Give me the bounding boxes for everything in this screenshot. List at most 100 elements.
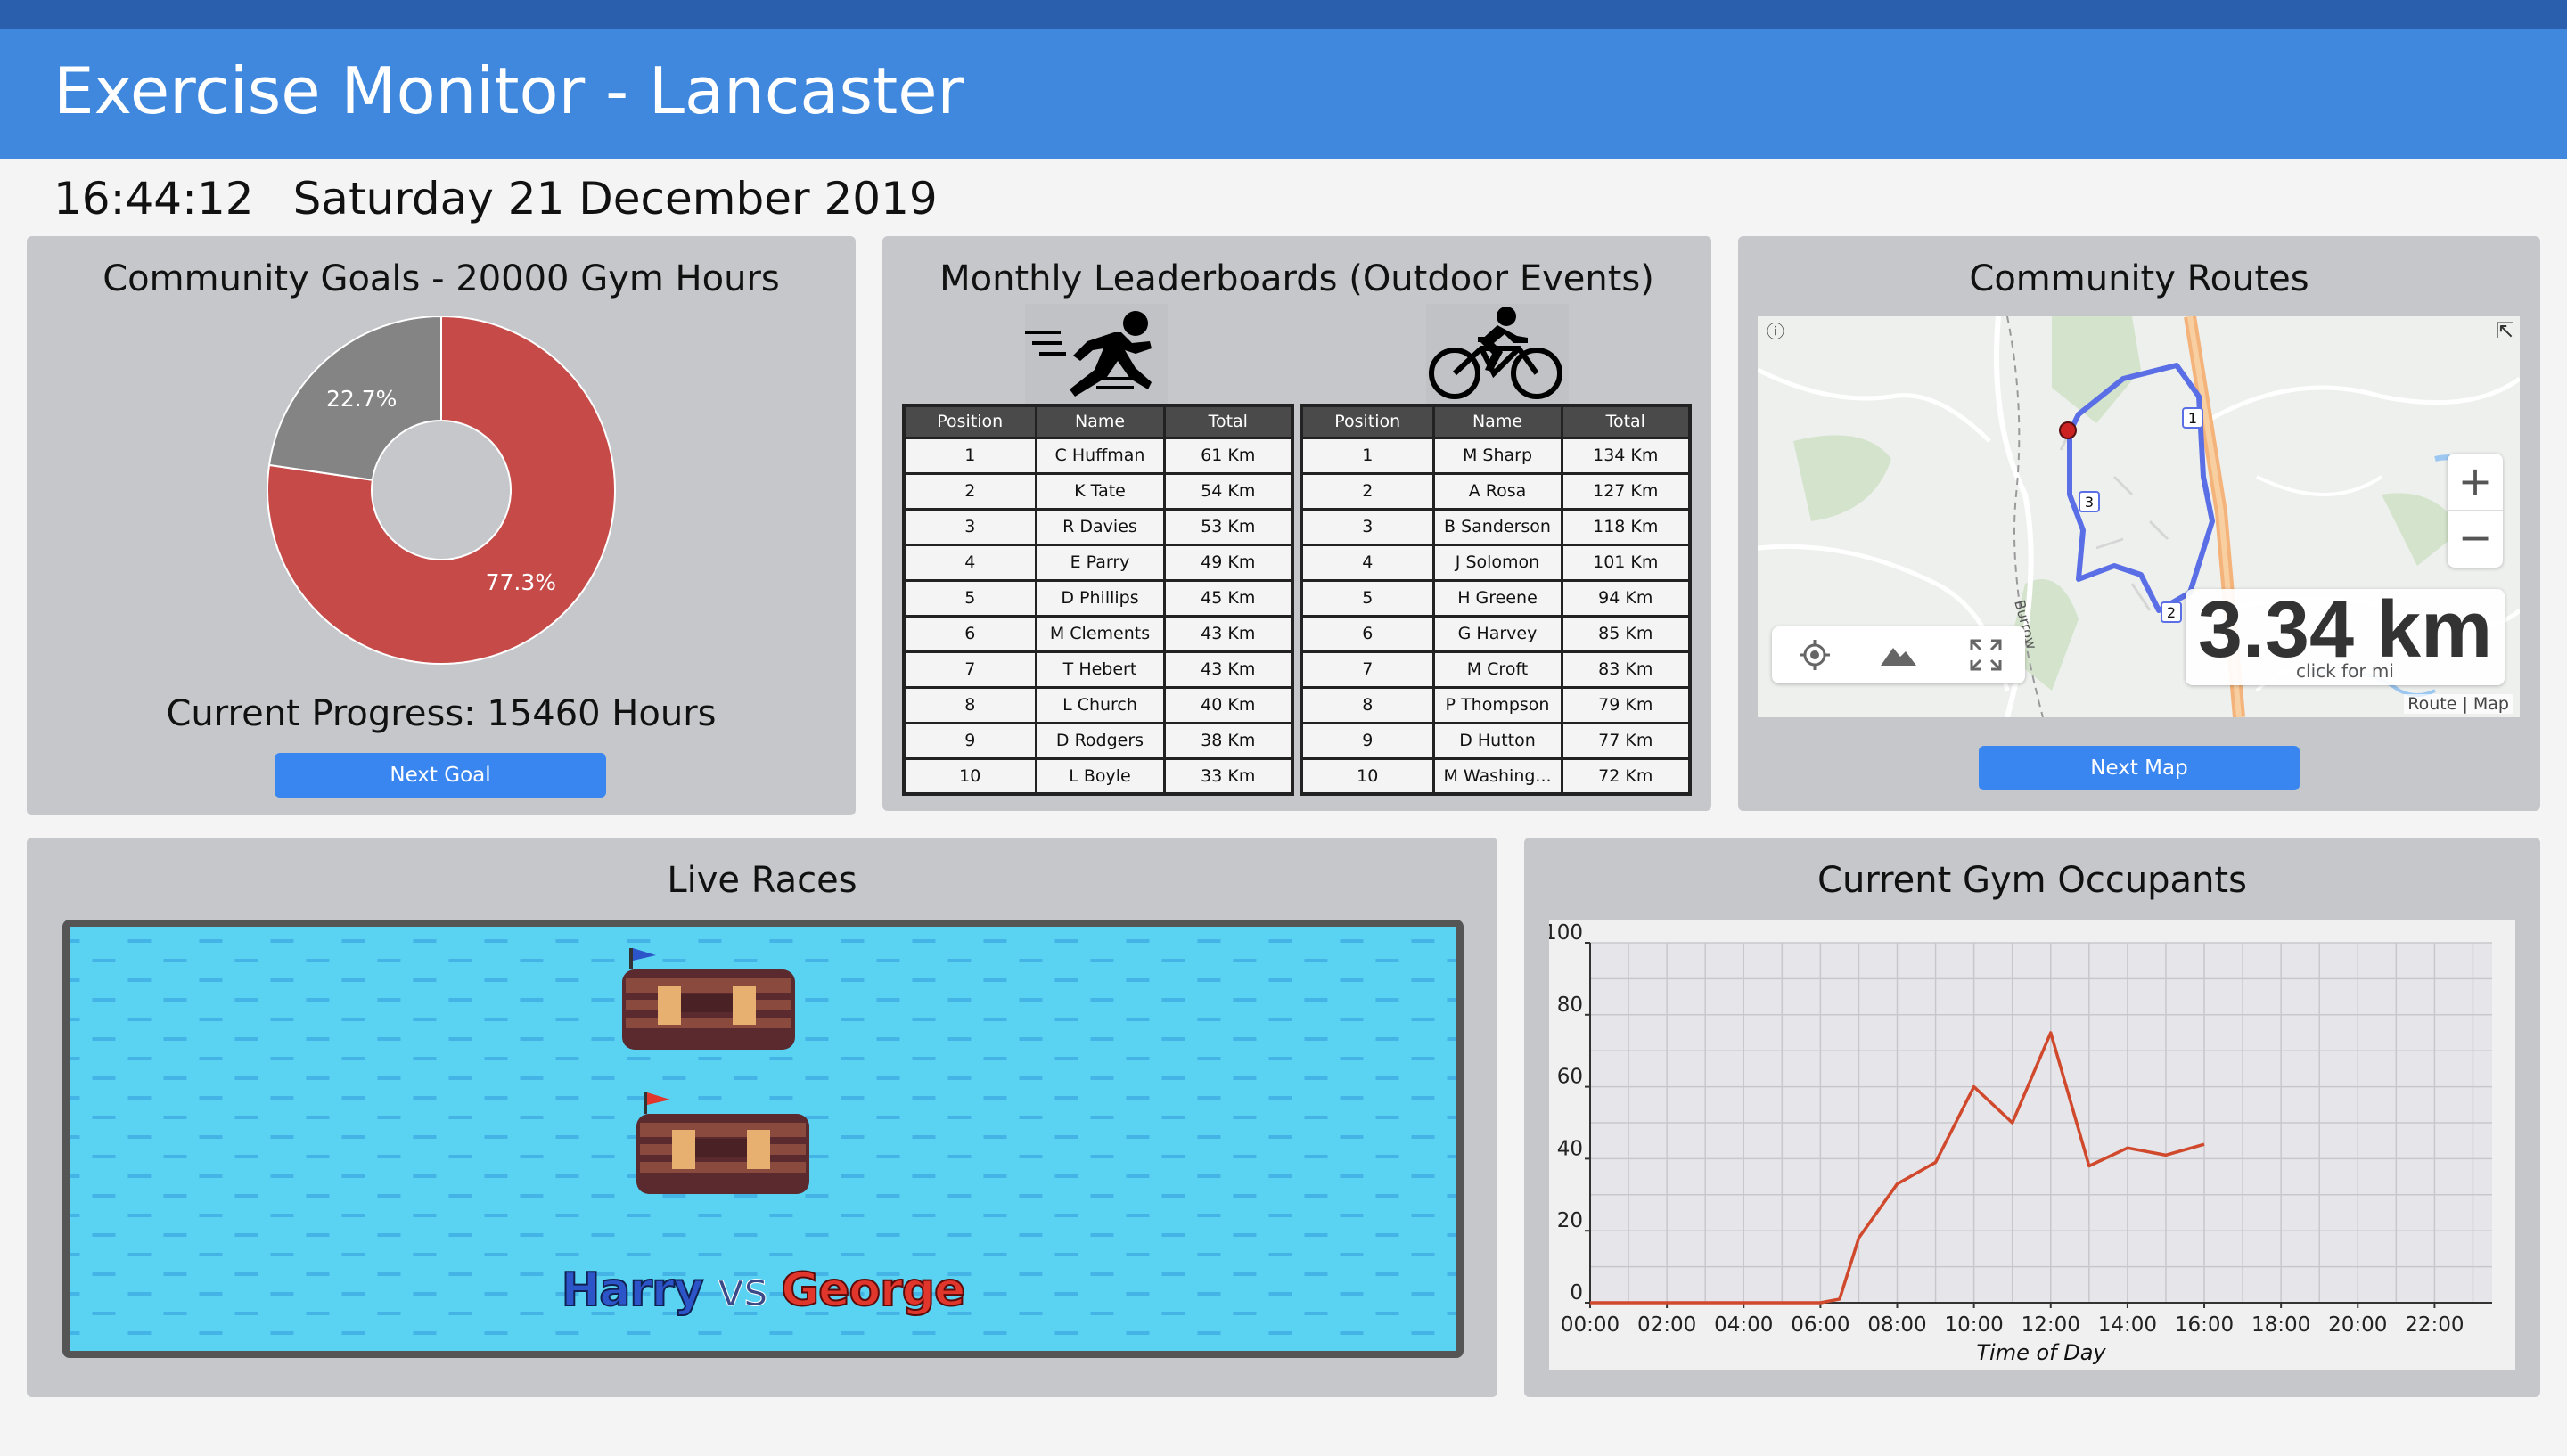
- info-icon[interactable]: ⓘ: [1767, 321, 1784, 342]
- table-cell: 38 Km: [1162, 721, 1294, 760]
- table-cell: 7: [1300, 650, 1435, 689]
- x-tick-label: 20:00: [2328, 1313, 2387, 1337]
- table-cell: 10: [1300, 757, 1435, 796]
- y-tick-label: 80: [1557, 994, 1583, 1017]
- y-tick-label: 0: [1570, 1281, 1583, 1305]
- map-attribution[interactable]: Route | Map: [2404, 694, 2513, 714]
- x-tick-label: 14:00: [2098, 1313, 2157, 1337]
- zoom-in-button[interactable]: +: [2448, 454, 2503, 511]
- racer-2-name: George: [780, 1263, 966, 1318]
- leaderboards-panel: Monthly Leaderboards (Outdoor Events) Po…: [882, 236, 1711, 811]
- x-tick-label: 16:00: [2175, 1313, 2234, 1337]
- table-cell: 94 Km: [1560, 578, 1692, 618]
- zoom-out-button[interactable]: −: [2448, 511, 2503, 568]
- table-cell: 6: [902, 614, 1037, 653]
- map-toolbar: [1772, 626, 2025, 683]
- x-tick-label: 18:00: [2251, 1313, 2310, 1337]
- waypoint-marker: 1: [2182, 407, 2203, 429]
- table-cell: 118 Km: [1560, 507, 1692, 546]
- x-tick-label: 04:00: [1714, 1313, 1773, 1337]
- running-leaderboard-table: Position Name Total 1C Huffman 61 Km 2 K Ta…: [902, 404, 1294, 796]
- community-goals-panel: Community Goals - 20000 Gym Hours 77.3% 2…: [27, 236, 856, 815]
- route-map[interactable]: Burrow ⓘ ⇱ 1 2 3 + − 3.34 km click for m…: [1758, 316, 2520, 717]
- table-cell: 54 Km: [1162, 471, 1294, 511]
- table-row: 9D Hutton 77 Km: [1300, 721, 1692, 760]
- table-row: 1M Sharp 134 Km: [1300, 436, 1692, 475]
- table-cell: 49 Km: [1162, 543, 1294, 582]
- table-row: 1C Huffman 61 Km: [902, 436, 1294, 475]
- table-cell: 5: [902, 578, 1037, 618]
- table-row: 10 L Boyle 33 Km: [902, 757, 1294, 796]
- distance-widget[interactable]: 3.34 km click for mi: [2186, 585, 2505, 685]
- table-cell: D Rodgers: [1034, 721, 1166, 760]
- boat-george: [636, 1092, 809, 1194]
- table-cell: 4: [1300, 543, 1435, 582]
- app-title: Exercise Monitor - Lancaster: [53, 53, 964, 128]
- column-header: Total: [1162, 404, 1294, 439]
- table-cell: 8: [1300, 685, 1435, 724]
- table-cell: D Hutton: [1431, 721, 1563, 760]
- table-cell: 33 Km: [1162, 757, 1294, 796]
- table-cell: 3: [902, 507, 1037, 546]
- table-cell: T Hebert: [1034, 650, 1166, 689]
- y-tick-label: 20: [1557, 1209, 1583, 1232]
- table-row: 5H Greene 94 Km: [1300, 578, 1692, 618]
- table-row: 8P Thompson 79 Km: [1300, 685, 1692, 724]
- table-cell: L Church: [1034, 685, 1166, 724]
- table-cell: 134 Km: [1560, 436, 1692, 475]
- versus-label: vs: [717, 1264, 768, 1318]
- x-tick-label: 06:00: [1791, 1313, 1849, 1337]
- table-row: 2A Rosa 127 Km: [1300, 471, 1692, 511]
- x-tick-label: 12:00: [2022, 1313, 2080, 1337]
- table-cell: C Huffman: [1034, 436, 1166, 475]
- table-row: 7M Croft 83 Km: [1300, 650, 1692, 689]
- table-cell: 9: [1300, 721, 1435, 760]
- table-row: 6G Harvey 85 Km: [1300, 614, 1692, 653]
- table-cell: E Parry: [1034, 543, 1166, 582]
- table-cell: 43 Km: [1162, 614, 1294, 653]
- occupants-chart-area: 0 20 40 60 80 100 00:00 02:00 04:00 06:00 08:00 10:…: [1544, 920, 2515, 1370]
- table-cell: 1: [902, 436, 1037, 475]
- open-external-icon[interactable]: ⇱: [2496, 318, 2514, 343]
- gym-occupants-title: Current Gym Occupants: [1817, 860, 2247, 901]
- table-cell: 43 Km: [1162, 650, 1294, 689]
- clock: 16:44:12 Saturday 21 December 2019: [53, 168, 938, 230]
- leaderboards-title: Monthly Leaderboards (Outdoor Events): [939, 258, 1654, 299]
- app-header: Exercise Monitor - Lancaster: [0, 29, 2567, 159]
- distance-unit-hint: click for mi: [2296, 660, 2394, 682]
- terrain-icon[interactable]: [1879, 637, 1918, 673]
- table-cell: 77 Km: [1560, 721, 1692, 760]
- locate-icon[interactable]: [1797, 637, 1833, 673]
- table-row: 4E Parry 49 Km: [902, 543, 1294, 582]
- table-cell: 79 Km: [1560, 685, 1692, 724]
- table-cell: B Sanderson: [1431, 507, 1563, 546]
- table-cell: K Tate: [1034, 471, 1166, 511]
- table-cell: 2: [902, 471, 1037, 511]
- x-tick-label: 02:00: [1637, 1313, 1696, 1337]
- racer-1-name: Harry: [561, 1263, 705, 1318]
- next-goal-button[interactable]: Next Goal: [275, 753, 606, 798]
- occupants-line-chart: 0 20 40 60 80 100 00:00 02:00 04:00 06:00 08:00 10:…: [1544, 921, 2492, 1365]
- table-header-row: Position Name Total: [902, 404, 1294, 439]
- table-cell: 101 Km: [1560, 543, 1692, 582]
- table-cell: L Boyle: [1034, 757, 1166, 796]
- waypoint-marker: 3: [2079, 491, 2100, 512]
- top-strip: [0, 0, 2567, 29]
- column-header: Total: [1560, 404, 1692, 439]
- table-cell: 4: [902, 543, 1037, 582]
- current-progress-text: Current Progress: 15460 Hours: [166, 693, 717, 734]
- table-cell: 7: [902, 650, 1037, 689]
- zoom-control: + −: [2448, 454, 2503, 568]
- community-routes-title: Community Routes: [1969, 258, 2309, 299]
- table-cell: 83 Km: [1560, 650, 1692, 689]
- table-row: 7T Hebert 43 Km: [902, 650, 1294, 689]
- table-cell: G Harvey: [1431, 614, 1563, 653]
- clock-time: 16:44:12: [53, 173, 254, 225]
- table-cell: M Clements: [1034, 614, 1166, 653]
- table-row: 2K Tate 54 Km: [902, 471, 1294, 511]
- next-map-button[interactable]: Next Map: [1979, 746, 2300, 790]
- fullscreen-icon[interactable]: [1968, 637, 2004, 673]
- table-row: 3B Sanderson 118 Km: [1300, 507, 1692, 546]
- table-cell: M Washing...: [1431, 757, 1563, 796]
- table-cell: 127 Km: [1560, 471, 1692, 511]
